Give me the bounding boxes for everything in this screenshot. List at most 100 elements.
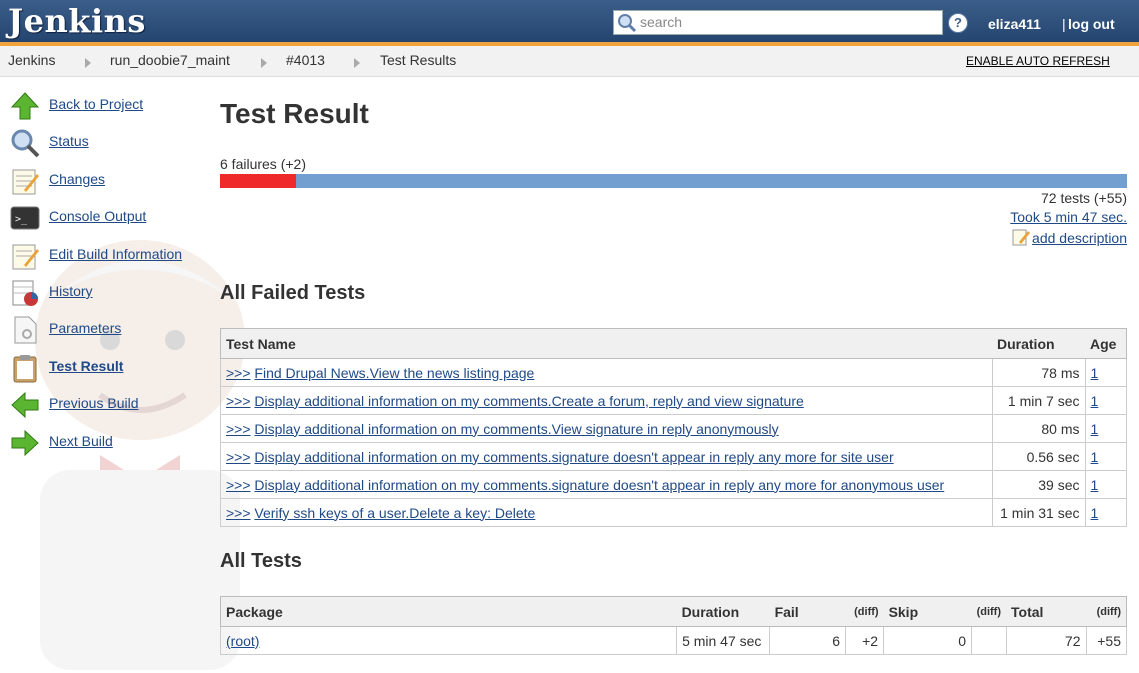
test-name-cell: >>> Display additional information on my… <box>220 386 993 415</box>
test-name-cell: >>> Verify ssh keys of a user.Delete a k… <box>220 498 993 527</box>
header-fail[interactable]: Fail <box>769 596 846 627</box>
edit-build-information-link[interactable]: Edit Build Information <box>49 246 182 262</box>
test-result-progress-bar <box>220 174 1127 188</box>
test-duration-cell: 39 sec <box>991 470 1086 499</box>
task-console-output[interactable]: >_ Console Output <box>10 200 210 237</box>
header-fail-diff[interactable]: (diff) <box>845 596 884 627</box>
test-age-link[interactable]: 1 <box>1091 365 1099 381</box>
test-duration-cell: 1 min 31 sec <box>991 498 1086 527</box>
all-tests-table: Package Duration Fail (diff) Skip (diff)… <box>219 596 1127 655</box>
header-duration[interactable]: Duration <box>992 328 1085 359</box>
test-duration-cell: 0.56 sec <box>991 442 1086 471</box>
previous-build-link[interactable]: Previous Build <box>49 395 139 411</box>
test-name-link[interactable]: Verify ssh keys of a user.Delete a key: … <box>254 505 535 521</box>
test-age-link[interactable]: 1 <box>1091 449 1099 465</box>
table-header-row: Package Duration Fail (diff) Skip (diff)… <box>220 596 1127 627</box>
table-row: >>> Display additional information on my… <box>220 470 1127 499</box>
task-previous-build[interactable]: Previous Build <box>10 387 210 424</box>
breadcrumb-build[interactable]: #4013 <box>286 52 325 68</box>
test-age-link[interactable]: 1 <box>1091 505 1099 521</box>
test-age-link[interactable]: 1 <box>1091 477 1099 493</box>
package-link[interactable]: (root) <box>226 633 259 649</box>
header-total[interactable]: Total <box>1006 596 1086 627</box>
search-box[interactable] <box>613 10 943 35</box>
failures-summary: 6 failures (+2) <box>220 156 306 172</box>
breadcrumb-jenkins[interactable]: Jenkins <box>8 52 55 68</box>
table-row: (root) 5 min 47 sec 6 +2 0 72 +55 <box>219 626 1127 655</box>
help-icon[interactable]: ? <box>948 13 968 33</box>
breadcrumb-arrow-icon <box>354 58 360 68</box>
left-arrow-icon <box>10 390 40 420</box>
test-age-cell: 1 <box>1084 498 1127 527</box>
header-package[interactable]: Package <box>220 596 677 627</box>
notepad-edit-icon <box>1012 228 1031 249</box>
test-name-cell: >>> Display additional information on my… <box>220 470 993 499</box>
test-name-link[interactable]: Display additional information on my com… <box>254 449 893 465</box>
history-link[interactable]: History <box>49 283 93 299</box>
expand-test-link[interactable]: >>> <box>226 393 251 409</box>
task-changes[interactable]: Changes <box>10 163 210 200</box>
notepad-icon <box>10 166 40 196</box>
test-duration-cell: 80 ms <box>991 414 1086 443</box>
table-header-row: Test Name Duration Age <box>220 328 1127 359</box>
console-output-link[interactable]: Console Output <box>49 208 146 224</box>
task-edit-build-information[interactable]: Edit Build Information <box>10 238 210 275</box>
expand-test-link[interactable]: >>> <box>226 365 251 381</box>
task-parameters[interactable]: Parameters <box>10 312 210 349</box>
package-skip-cell: 0 <box>883 626 973 655</box>
package-total-diff-cell: +55 <box>1085 626 1127 655</box>
test-age-link[interactable]: 1 <box>1091 393 1099 409</box>
package-total-cell: 72 <box>1005 626 1087 655</box>
status-link[interactable]: Status <box>49 133 89 149</box>
header-test-name: Test Name <box>220 328 992 359</box>
test-result-link[interactable]: Test Result <box>49 358 123 374</box>
test-age-cell: 1 <box>1084 358 1127 387</box>
expand-test-link[interactable]: >>> <box>226 421 251 437</box>
top-header: Jenkins ? eliza411 | log out <box>0 0 1139 46</box>
task-test-result[interactable]: Test Result <box>10 350 210 387</box>
test-age-cell: 1 <box>1084 414 1127 443</box>
table-row: >>> Display additional information on my… <box>220 442 1127 471</box>
add-description-link[interactable]: add description <box>1032 230 1127 246</box>
magnifier-icon <box>10 128 40 158</box>
test-age-link[interactable]: 1 <box>1091 421 1099 437</box>
header-skip-diff[interactable]: (diff) <box>971 596 1006 627</box>
user-link[interactable]: eliza411 <box>988 16 1041 32</box>
task-history[interactable]: History <box>10 275 210 312</box>
breadcrumb-project[interactable]: run_doobie7_maint <box>110 52 230 68</box>
table-row: >>> Display additional information on my… <box>220 414 1127 443</box>
enable-auto-refresh-link[interactable]: ENABLE AUTO REFRESH <box>966 54 1110 68</box>
expand-test-link[interactable]: >>> <box>226 449 251 465</box>
test-name-link[interactable]: Find Drupal News.View the news listing p… <box>254 365 534 381</box>
search-icon <box>617 13 637 36</box>
task-status[interactable]: Status <box>10 125 210 162</box>
header-total-diff[interactable]: (diff) <box>1086 596 1127 627</box>
test-name-cell: >>> Display additional information on my… <box>220 414 993 443</box>
test-age-cell: 1 <box>1084 470 1127 499</box>
jenkins-logo[interactable]: Jenkins <box>8 2 146 40</box>
breadcrumb-test-results[interactable]: Test Results <box>380 52 456 68</box>
header-age[interactable]: Age <box>1085 328 1127 359</box>
expand-test-link[interactable]: >>> <box>226 477 251 493</box>
header-duration[interactable]: Duration <box>676 596 770 627</box>
took-duration-link[interactable]: Took 5 min 47 sec. <box>1010 209 1127 225</box>
next-build-link[interactable]: Next Build <box>49 433 113 449</box>
search-input[interactable] <box>640 13 936 31</box>
test-duration-cell: 1 min 7 sec <box>991 386 1086 415</box>
expand-test-link[interactable]: >>> <box>226 505 251 521</box>
header-skip[interactable]: Skip <box>883 596 972 627</box>
breadcrumb-arrow-icon <box>261 58 267 68</box>
test-name-link[interactable]: Display additional information on my com… <box>254 421 778 437</box>
all-tests-body: (root) 5 min 47 sec 6 +2 0 72 +55 <box>219 626 1127 655</box>
test-name-link[interactable]: Display additional information on my com… <box>254 393 803 409</box>
logout-link[interactable]: log out <box>1068 16 1115 32</box>
task-back-to-project[interactable]: Back to Project <box>10 88 210 125</box>
tests-count: 72 tests (+55) <box>1041 190 1127 206</box>
changes-link[interactable]: Changes <box>49 171 105 187</box>
clipboard-icon <box>10 353 40 383</box>
task-next-build[interactable]: Next Build <box>10 425 210 462</box>
parameters-link[interactable]: Parameters <box>49 320 121 336</box>
back-to-project-link[interactable]: Back to Project <box>49 96 143 112</box>
test-name-link[interactable]: Display additional information on my com… <box>254 477 944 493</box>
test-age-cell: 1 <box>1084 442 1127 471</box>
